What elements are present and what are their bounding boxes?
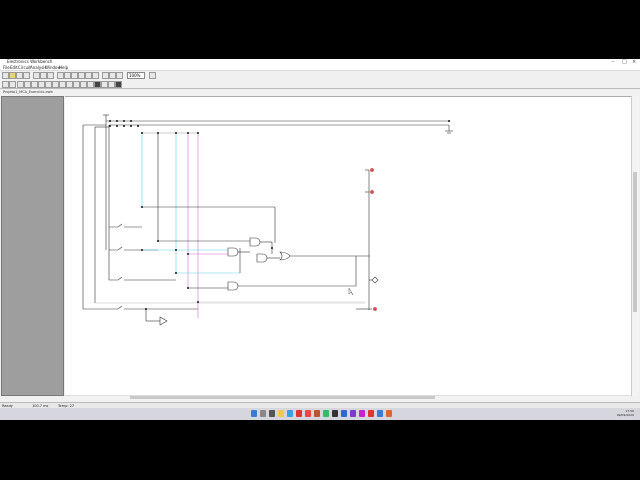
and-gate-3[interactable] [256, 253, 268, 263]
app-icon-9[interactable] [368, 410, 374, 417]
switch-4[interactable] [83, 305, 198, 310]
component-properties-icon[interactable] [92, 72, 99, 79]
taskbar: 17:56 09/09/2020 [0, 408, 640, 420]
open-icon[interactable] [9, 72, 16, 79]
basic-bin-icon[interactable] [17, 81, 24, 88]
app-icon-4[interactable] [323, 410, 329, 417]
print-icon[interactable] [23, 72, 30, 79]
logic-gates-bin-icon[interactable] [59, 81, 66, 88]
document-tab-label: Projeto1_MCA_Exercício.ewb [3, 90, 53, 94]
electronics-workbench-icon[interactable] [386, 410, 392, 417]
and-gate-1[interactable] [227, 247, 239, 257]
help-icon[interactable] [149, 72, 156, 79]
graph-icon[interactable] [85, 72, 92, 79]
led-indicator-3[interactable] [373, 307, 377, 311]
switch-2[interactable] [109, 246, 158, 251]
cut-icon[interactable] [33, 72, 40, 79]
analog-ics-bin-icon[interactable] [38, 81, 45, 88]
circuit-canvas[interactable] [65, 96, 631, 396]
flip-vertical-icon[interactable] [71, 72, 78, 79]
switch-1[interactable] [109, 223, 142, 228]
probe-icon[interactable] [371, 276, 379, 284]
and-gate-4[interactable] [227, 281, 239, 291]
new-icon[interactable] [2, 72, 9, 79]
zoom-in-icon[interactable] [102, 72, 109, 79]
buffer-gate[interactable] [159, 316, 168, 326]
miscellaneous-bin-icon[interactable] [87, 81, 94, 88]
digital-bin-icon[interactable] [66, 81, 73, 88]
led-indicator-2[interactable] [370, 190, 374, 194]
junction-dots [109, 120, 450, 310]
horizontal-scroll-thumb[interactable] [130, 396, 435, 399]
app-icon-7[interactable] [350, 410, 356, 417]
app-icon-10[interactable] [377, 410, 383, 417]
paste-icon[interactable] [47, 72, 54, 79]
mixed-ics-bin-icon[interactable] [45, 81, 52, 88]
zoom-out-icon[interactable] [109, 72, 116, 79]
flip-horizontal-icon[interactable] [64, 72, 71, 79]
pause-icon[interactable] [108, 81, 115, 88]
instruments-bin-icon[interactable] [94, 81, 101, 88]
circuit-schematic [82, 114, 453, 326]
system-tray[interactable]: 17:56 09/09/2020 [617, 409, 634, 417]
transistors-bin-icon[interactable] [31, 81, 38, 88]
mouse-cursor-icon [348, 287, 354, 296]
left-panel [1, 96, 64, 396]
document-tab[interactable]: Projeto1_MCA_Exercício.ewb [0, 90, 640, 95]
app-red-icon[interactable] [296, 410, 302, 417]
indicators-bin-icon[interactable] [73, 81, 80, 88]
app-icon-2[interactable] [305, 410, 311, 417]
vertical-scroll-thumb[interactable] [633, 172, 637, 312]
screen: Electronics Workbench – □ × File Edit Ci… [0, 59, 640, 420]
search-icon[interactable] [260, 410, 266, 417]
diodes-bin-icon[interactable] [24, 81, 31, 88]
favorites-bin-icon[interactable] [2, 81, 9, 88]
controls-bin-icon[interactable] [80, 81, 87, 88]
app-icon-5[interactable] [332, 410, 338, 417]
activate-switch-icon[interactable] [115, 81, 122, 88]
sources-bin-icon[interactable] [9, 81, 16, 88]
toolbar-parts [0, 80, 640, 89]
and-gate-2[interactable] [249, 237, 261, 247]
edge-icon[interactable] [287, 410, 293, 417]
save-icon[interactable] [16, 72, 23, 79]
subcircuit-icon[interactable] [78, 72, 85, 79]
or-gate-1[interactable] [279, 251, 291, 261]
app-icon-3[interactable] [314, 410, 320, 417]
word-icon[interactable] [341, 410, 347, 417]
clock-date: 09/09/2020 [616, 413, 634, 417]
toolbar-main: 100% [0, 71, 640, 80]
task-view-icon[interactable] [269, 410, 275, 417]
file-explorer-icon[interactable] [278, 410, 284, 417]
rotate-icon[interactable] [57, 72, 64, 79]
app-icon-8[interactable] [359, 410, 365, 417]
start-icon[interactable] [251, 410, 257, 417]
switch-3[interactable] [109, 276, 176, 281]
digital-ics-bin-icon[interactable] [52, 81, 59, 88]
led-indicator-1[interactable] [370, 168, 374, 172]
zoom-select[interactable]: 100% [127, 72, 145, 79]
copy-icon[interactable] [40, 72, 47, 79]
power-icon[interactable] [101, 81, 108, 88]
zoom-icon[interactable] [116, 72, 123, 79]
